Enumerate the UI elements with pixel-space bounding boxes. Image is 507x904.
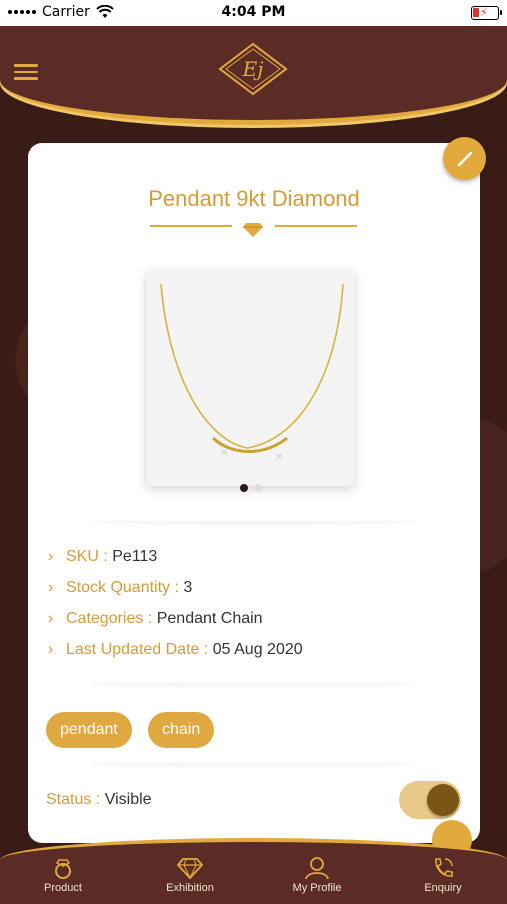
chevron-right-icon: › [48, 641, 54, 658]
clock: 4:04 PM [221, 4, 286, 20]
chevron-right-icon: › [48, 548, 54, 565]
page-indicator-active[interactable] [240, 484, 248, 492]
menu-button[interactable] [14, 64, 38, 80]
product-image[interactable]: ✕ ✕ [147, 270, 354, 486]
chevron-right-icon: › [48, 579, 54, 596]
visibility-toggle[interactable] [399, 781, 461, 819]
diamond-icon [177, 858, 203, 880]
chevron-right-icon: › [48, 610, 54, 627]
status-value: Visible [104, 791, 152, 808]
status-label: Status : [46, 791, 101, 808]
pencil-icon [457, 151, 472, 166]
product-card: Pendant 9kt Diamond ✕ ✕ › SKU : Pe113 › St… [28, 143, 480, 843]
bottom-navigation: Product Exhibition My Profile Enquiry [0, 838, 507, 904]
page-indicator[interactable] [254, 484, 262, 492]
nav-my-profile[interactable]: My Profile [272, 856, 362, 894]
section-divider [88, 759, 418, 763]
tag-pendant[interactable]: pendant [46, 712, 132, 748]
product-title: Pendant 9kt Diamond [148, 186, 360, 211]
edit-button[interactable] [443, 137, 486, 180]
detail-categories: › Categories : Pendant Chain [48, 610, 263, 627]
brand-logo: Ej [218, 42, 288, 96]
status-row: Status : Visible [46, 791, 152, 809]
svg-text:✕: ✕ [220, 448, 228, 459]
app-header: Ej [0, 26, 507, 125]
hamburger-icon [14, 64, 38, 67]
battery-icon: ⚡ [471, 6, 502, 20]
necklace-image: ✕ ✕ [160, 283, 344, 463]
status-bar: Carrier 4:04 PM ⚡ [0, 0, 507, 26]
svg-text:✕: ✕ [275, 452, 283, 463]
nav-exhibition[interactable]: Exhibition [145, 856, 235, 894]
detail-updated-date: › Last Updated Date : 05 Aug 2020 [48, 641, 303, 658]
phone-icon [435, 858, 453, 877]
title-divider-left [150, 225, 232, 227]
detail-stock: › Stock Quantity : 3 [48, 579, 193, 596]
title-divider-right [275, 225, 357, 227]
detail-sku: › SKU : Pe113 [48, 548, 158, 565]
nav-enquiry[interactable]: Enquiry [398, 856, 488, 894]
user-icon [305, 857, 329, 880]
nav-product[interactable]: Product [18, 856, 108, 894]
logo-text: Ej [242, 57, 264, 81]
section-divider [88, 517, 418, 521]
tag-chain[interactable]: chain [148, 712, 215, 748]
ring-icon [55, 859, 71, 879]
diamond-icon [243, 223, 263, 237]
section-divider [88, 679, 418, 683]
